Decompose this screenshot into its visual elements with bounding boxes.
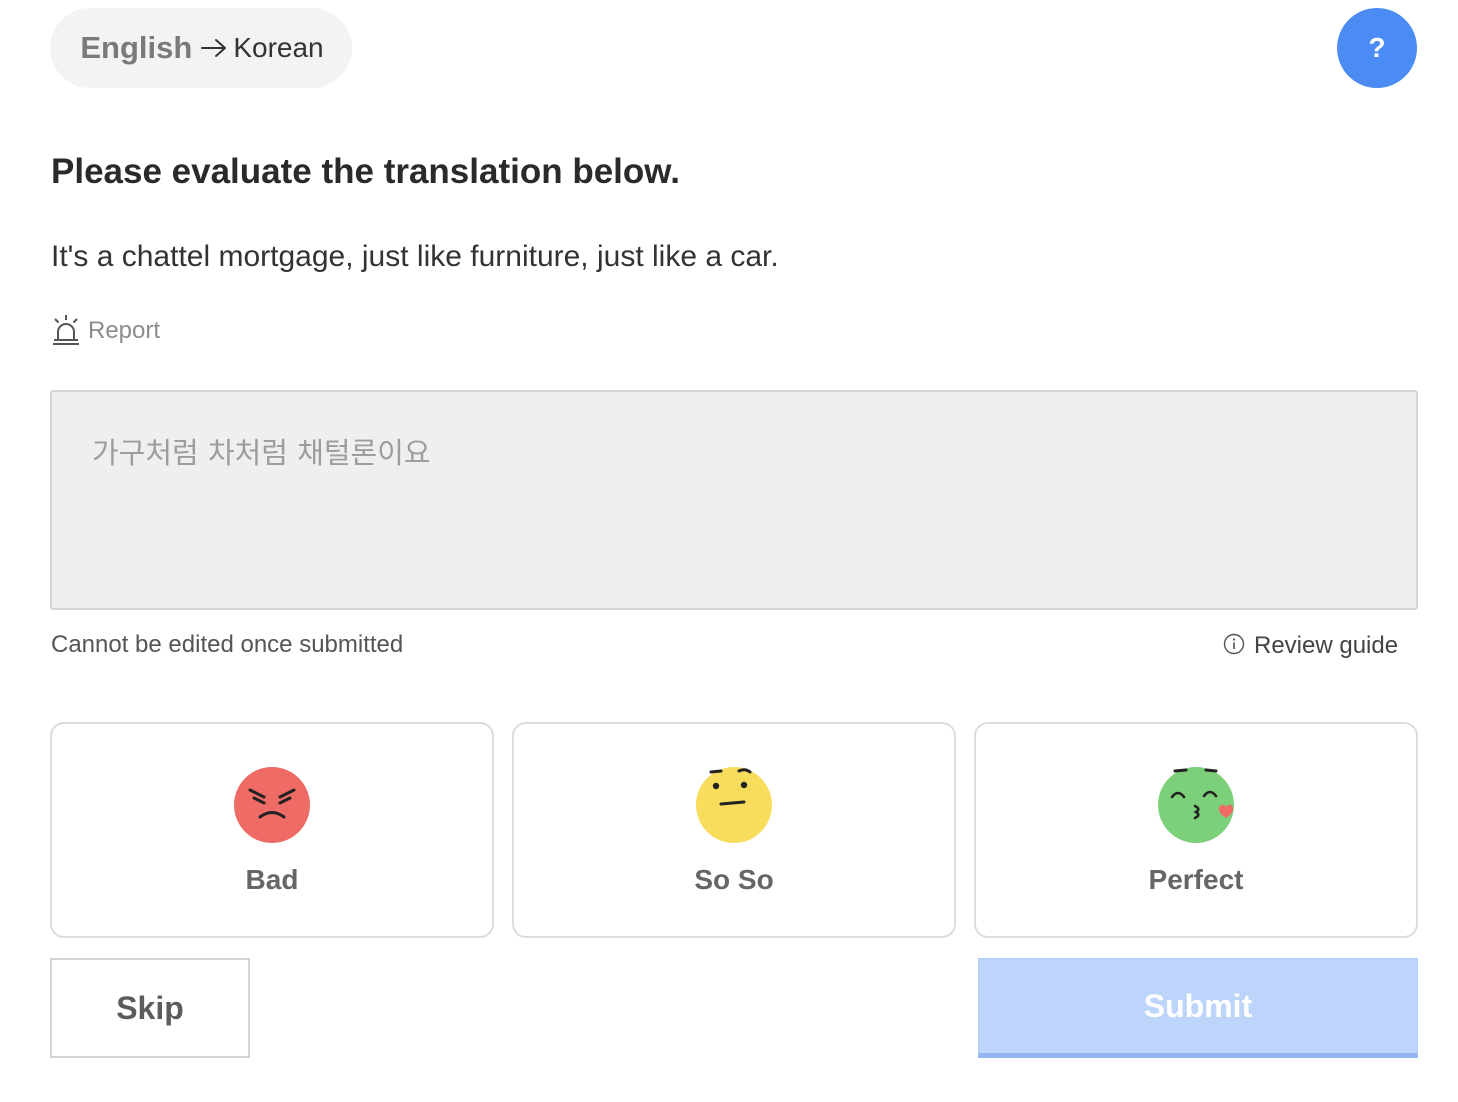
- report-button[interactable]: Report: [51, 314, 160, 348]
- rating-bad-label: Bad: [245, 864, 299, 895]
- skip-button[interactable]: Skip: [50, 958, 250, 1058]
- rating-perfect-button[interactable]: Perfect: [974, 722, 1418, 938]
- translation-textarea[interactable]: 가구처럼 차처럼 채털론이요: [50, 390, 1418, 610]
- rating-soso-label: So So: [694, 864, 774, 895]
- translation-text: 가구처럼 차처럼 채털론이요: [92, 436, 431, 470]
- help-button[interactable]: ?: [1337, 8, 1417, 88]
- report-label: Report: [88, 317, 161, 344]
- submit-note: Cannot be edited once submitted: [51, 631, 404, 658]
- rating-bad-button[interactable]: Bad: [50, 722, 494, 938]
- arrow-right-icon: [200, 38, 228, 58]
- rating-soso-button[interactable]: So So: [512, 722, 956, 938]
- submit-button[interactable]: Submit: [978, 958, 1418, 1058]
- language-pair-selector[interactable]: English Korean: [50, 8, 352, 88]
- review-guide-label: Review guide: [1254, 632, 1399, 659]
- source-language: English: [80, 30, 193, 65]
- page-title: Please evaluate the translation below.: [51, 152, 680, 191]
- angry-face-icon: [234, 767, 310, 843]
- rating-perfect-label: Perfect: [1148, 864, 1244, 895]
- siren-icon: [51, 313, 81, 350]
- target-language: Korean: [233, 32, 324, 63]
- review-guide-link[interactable]: Review guide: [1223, 630, 1398, 662]
- skeptical-face-icon: [696, 767, 772, 843]
- info-icon: [1223, 633, 1245, 660]
- kissing-face-icon: [1158, 767, 1234, 843]
- source-sentence: It's a chattel mortgage, just like furni…: [51, 240, 779, 273]
